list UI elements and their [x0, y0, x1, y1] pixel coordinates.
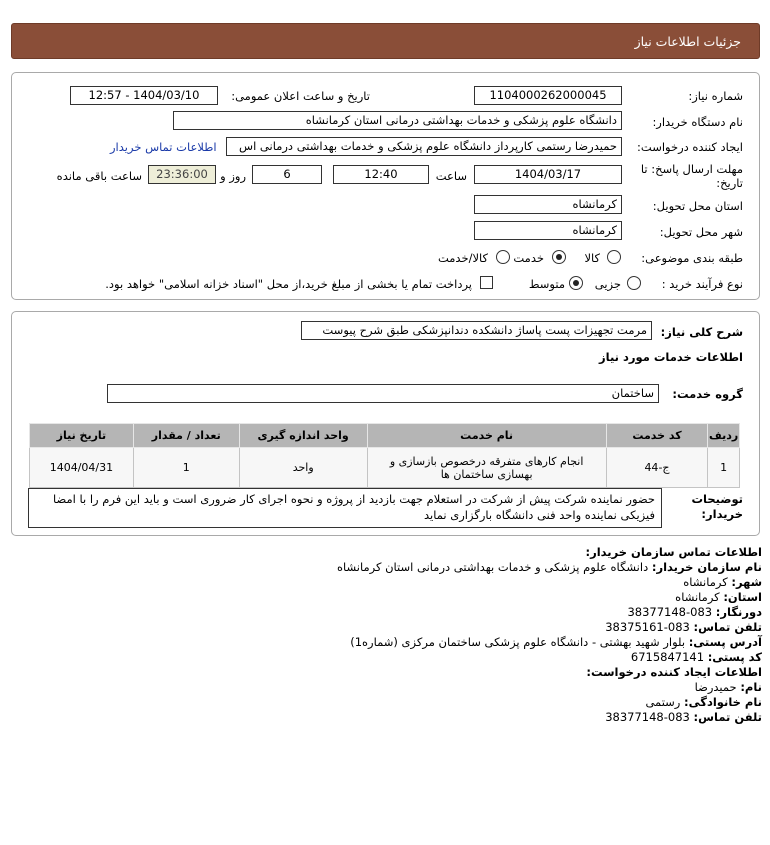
buyer-notes-label-1: توضیحات — [691, 492, 744, 506]
cell-unit: واحد — [238, 447, 368, 488]
service-group-label: گروه خدمت: — [672, 387, 743, 401]
creator-label: ایجاد کننده درخواست: — [637, 140, 743, 154]
cell-code: ج-44 — [605, 447, 709, 488]
cell-row: 1 — [707, 447, 740, 488]
services-table: ردیف کد خدمت نام خدمت واحد اندازه گیری ت… — [29, 423, 740, 488]
col-row-header: ردیف — [707, 423, 740, 448]
contact-province: استان: کرمانشاه — [675, 590, 762, 604]
need-info-panel — [11, 72, 760, 300]
table-row[interactable]: 1 ج-44 انجام کارهای متفرقه درخصوص بازساز… — [29, 447, 740, 488]
category-both-label: کالا/خدمت — [437, 251, 488, 265]
category-both-radio[interactable] — [496, 250, 510, 264]
treasury-bonds-checkbox[interactable] — [480, 276, 493, 289]
creator-field[interactable]: حمیدرضا رستمی کارپرداز دانشگاه علوم پزشک… — [226, 137, 622, 156]
treasury-bonds-text: پرداخت تمام یا بخشی از مبلغ خرید،از محل … — [105, 277, 472, 291]
contact-postal-code: کد پستی: 6715847141 — [630, 650, 762, 664]
category-service-radio[interactable] — [552, 250, 566, 264]
deadline-label-line1: مهلت ارسال پاسخ: تا — [640, 162, 743, 176]
contact-org-title: اطلاعات تماس سازمان خریدار: — [585, 545, 762, 559]
page-header: جزئیات اطلاعات نیاز — [11, 23, 760, 59]
buyer-notes-box: حضور نماینده شرکت پیش از شرکت در استعلام… — [28, 488, 662, 528]
contact-city: شهر: کرمانشاه — [683, 575, 762, 589]
remaining-days-field[interactable]: 6 — [252, 165, 322, 184]
col-unit-header: واحد اندازه گیری — [238, 423, 368, 448]
summary-field[interactable]: مرمت تجهیزات پست پاساژ دانشکده دندانپزشک… — [301, 321, 652, 340]
deadline-label-line2: تاریخ: — [716, 176, 743, 190]
city-field[interactable]: کرمانشاه — [474, 221, 622, 240]
creator-phone: تلفن تماس: 083-38377148 — [605, 710, 762, 724]
cell-qty: 1 — [132, 447, 240, 488]
contact-phone: تلفن تماس: 083-38375161 — [605, 620, 762, 634]
services-title: اطلاعات خدمات مورد نیاز — [599, 350, 743, 364]
process-label: نوع فرآیند خرید : — [661, 277, 743, 291]
buyer-org-label: نام دستگاه خریدار: — [652, 115, 743, 129]
table-header-row: ردیف کد خدمت نام خدمت واحد اندازه گیری ت… — [29, 423, 740, 448]
summary-label: شرح کلی نیاز: — [660, 325, 743, 339]
service-group-field[interactable]: ساختمان — [107, 384, 659, 403]
buyer-notes-text: حضور نماینده شرکت پیش از شرکت در استعلام… — [53, 492, 655, 522]
deadline-time-label: ساعت — [435, 169, 467, 183]
announce-date-label: تاریخ و ساعت اعلان عمومی: — [231, 89, 370, 103]
contact-org-name: نام سازمان خریدار: دانشگاه علوم پزشکی و … — [336, 560, 762, 574]
creator-last-name: نام خانوادگی: رستمی — [645, 695, 762, 709]
deadline-time-field[interactable]: 12:40 — [333, 165, 429, 184]
creator-info-title: اطلاعات ایجاد کننده درخواست: — [586, 665, 762, 679]
buyer-notes-label-2: خریدار: — [701, 507, 743, 521]
process-medium-radio[interactable] — [569, 276, 583, 290]
contact-fax: دورنگار: 083-38377148 — [627, 605, 762, 619]
page-title: جزئیات اطلاعات نیاز — [634, 34, 741, 49]
col-qty-header: تعداد / مقدار — [132, 423, 240, 448]
cell-date: 1404/04/31 — [29, 447, 134, 488]
city-label: شهر محل تحویل: — [659, 225, 743, 239]
category-service-label: خدمت — [513, 251, 544, 265]
col-date-header: تاریخ نیاز — [29, 423, 134, 448]
province-field[interactable]: کرمانشاه — [474, 195, 622, 214]
process-medium-label: متوسط — [528, 277, 565, 291]
col-name-header: نام خدمت — [366, 423, 607, 448]
col-code-header: کد خدمت — [605, 423, 709, 448]
remaining-label: ساعت باقی مانده — [56, 169, 142, 183]
buyer-contact-link[interactable]: اطلاعات تماس خریدار — [110, 140, 217, 154]
process-minor-radio[interactable] — [627, 276, 641, 290]
buyer-org-field[interactable]: دانشگاه علوم پزشکی و خدمات بهداشتی درمان… — [173, 111, 622, 130]
province-label: استان محل تحویل: — [652, 199, 743, 213]
category-label: طبقه بندی موضوعی: — [641, 251, 743, 265]
category-goods-label: کالا — [584, 251, 600, 265]
need-number-field[interactable]: 1104000262000045 — [474, 86, 622, 105]
deadline-date-field[interactable]: 1404/03/17 — [474, 165, 622, 184]
cell-name: انجام کارهای متفرقه درخصوص بازسازی و بهس… — [366, 447, 607, 488]
category-goods-radio[interactable] — [607, 250, 621, 264]
contact-address: آدرس پستی: بلوار شهید بهشتی - دانشگاه عل… — [350, 635, 762, 649]
need-number-label: شماره نیاز: — [688, 89, 743, 103]
process-minor-label: جزیی — [594, 277, 621, 291]
remaining-time-field: 23:36:00 — [148, 165, 216, 184]
creator-first-name: نام: حمیدرضا — [694, 680, 762, 694]
announce-date-field[interactable]: 1404/03/10 - 12:57 — [70, 86, 218, 105]
days-label: روز و — [220, 169, 246, 183]
